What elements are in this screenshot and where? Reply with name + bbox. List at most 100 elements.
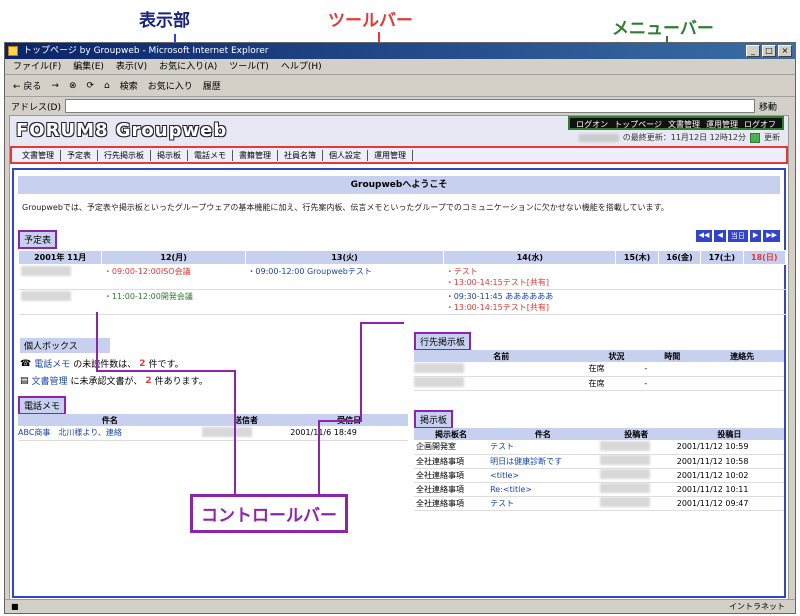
nav-top-page[interactable]: トップページ: [614, 118, 662, 129]
column-header: 投稿者: [597, 428, 675, 440]
history-button[interactable]: 履歴: [203, 79, 221, 92]
menu-file[interactable]: ファイル(F): [13, 59, 61, 74]
tool-admin[interactable]: 運用管理: [368, 149, 413, 161]
minimize-button[interactable]: _: [746, 45, 760, 57]
board-name: 企画開発室: [414, 440, 489, 455]
go-button[interactable]: 移動: [759, 100, 777, 113]
post-date: 2001/11/12 10:11: [674, 482, 784, 497]
menu-view[interactable]: 表示(V): [116, 59, 147, 74]
tool-personal-settings[interactable]: 個人設定: [323, 149, 368, 161]
post-subject-link[interactable]: Re:<title>: [488, 482, 598, 497]
post-date: 2001/11/12 10:58: [674, 454, 784, 469]
schedule-event[interactable]: ・09:00-12:00ISO会議: [101, 264, 246, 290]
search-button[interactable]: 検索: [120, 79, 138, 92]
table-row: ・09:00-12:00ISO会議 ・09:00-12:00 Groupwebテ…: [18, 264, 786, 290]
display-area-callout: 表示部: [139, 11, 190, 31]
schedule-event[interactable]: ・13:00-14:15テスト[共有]: [446, 277, 614, 288]
next-week-button[interactable]: ▶▶: [763, 230, 780, 242]
refresh-page-icon[interactable]: [750, 132, 760, 143]
schedule-table: 2001年 11月 12(月) 13(火) 14(水) 15(木) 16(金) …: [17, 250, 787, 315]
post-date: 2001/11/12 10:59: [674, 440, 784, 455]
tool-bbs[interactable]: 掲示板: [151, 149, 188, 161]
day-header[interactable]: 17(土): [700, 250, 744, 265]
schedule-event[interactable]: ・09:30-11:45 ああああああ: [446, 291, 614, 302]
window-title: トップページ by Groupweb - Microsoft Internet …: [23, 46, 269, 56]
column-header: 状況: [588, 350, 645, 362]
stop-icon[interactable]: ⊗: [69, 81, 77, 91]
post-subject-link[interactable]: 明日は健康診断です: [488, 454, 598, 469]
table-row: 全社連絡事項 Re:<title> 2001/11/12 10:11: [414, 482, 784, 497]
menu-tools[interactable]: ツール(T): [229, 59, 269, 74]
blurred-username: [20, 266, 71, 276]
menu-help[interactable]: ヘルプ(H): [281, 59, 322, 74]
tool-destination-board[interactable]: 行先掲示板: [98, 149, 151, 161]
column-header: 件名: [488, 428, 598, 440]
document-link[interactable]: 文書管理: [32, 374, 68, 387]
home-icon[interactable]: ⌂: [104, 81, 110, 91]
refresh-icon[interactable]: ⟳: [87, 81, 95, 91]
refresh-link[interactable]: 更新: [764, 132, 780, 143]
menu-favorites[interactable]: お気に入り(A): [159, 59, 217, 74]
controlbar-callout: コントロールバー: [190, 494, 348, 533]
schedule-event[interactable]: ・09:00-12:00 Groupwebテスト: [245, 264, 444, 290]
phone-memo-label[interactable]: 電話メモ: [18, 396, 67, 415]
bbs-label[interactable]: 掲示板: [414, 410, 454, 429]
controlbar-line: [360, 322, 362, 422]
today-button[interactable]: 当日: [727, 230, 748, 242]
table-row: ・11:00-12:00開発会議 ・09:30-11:45 ああああああ ・13:…: [18, 289, 786, 315]
forward-button[interactable]: →: [51, 81, 59, 91]
nav-document[interactable]: 文書管理: [668, 118, 700, 129]
schedule-event[interactable]: ・テスト: [446, 266, 614, 277]
controlbar-line: [318, 420, 362, 422]
controlbar-line: [96, 312, 98, 372]
day-header[interactable]: 16(金): [657, 250, 702, 265]
back-button[interactable]: ← 戻る: [13, 79, 41, 92]
window-titlebar: トップページ by Groupweb - Microsoft Internet …: [5, 43, 795, 59]
day-header[interactable]: 12(月): [101, 250, 246, 265]
post-subject-link[interactable]: テスト: [488, 440, 598, 455]
blurred-username: [599, 483, 650, 493]
schedule-label[interactable]: 予定表: [18, 230, 58, 249]
nav-logoff[interactable]: ログオフ: [744, 118, 776, 129]
post-date: 2001/11/12 10:02: [674, 468, 784, 483]
ie-menubar: ファイル(F) 編集(E) 表示(V) お気に入り(A) ツール(T) ヘルプ(…: [5, 59, 795, 75]
schedule-nav: ◀◀ ◀ 当日 ▶ ▶▶: [695, 230, 780, 242]
tool-schedule[interactable]: 予定表: [61, 149, 98, 161]
day-header-sunday[interactable]: 18(日): [742, 250, 787, 265]
top-menu-bar: ログオン トップページ 文書管理 運用管理 ログオフ: [568, 116, 784, 130]
tool-staff-list[interactable]: 社員名簿: [278, 149, 323, 161]
memo-subject-link[interactable]: ABC商事 北川様より、連絡: [18, 426, 202, 441]
day-header[interactable]: 14(水): [443, 250, 617, 265]
column-header: 時間: [644, 350, 701, 362]
memo-count-suffix: 件です。: [148, 360, 184, 370]
tool-document[interactable]: 文書管理: [16, 149, 61, 161]
tool-phone-memo[interactable]: 電話メモ: [188, 149, 233, 161]
post-subject-link[interactable]: テスト: [488, 496, 598, 511]
intro-text: Groupwebでは、予定表や掲示板といったグループウェアの基本機能に加え、行先…: [22, 203, 669, 212]
last-update: の最終更新：11月12日 12時12分 更新: [578, 132, 780, 143]
phone-memo-link[interactable]: 電話メモ: [34, 357, 70, 370]
prev-day-button[interactable]: ◀: [714, 230, 726, 242]
schedule-event[interactable]: ・13:00-14:15テスト[共有]: [446, 302, 614, 313]
time-cell: -: [644, 376, 701, 391]
close-button[interactable]: ×: [778, 45, 792, 57]
column-header: 件名: [18, 414, 202, 426]
menu-edit[interactable]: 編集(E): [73, 59, 104, 74]
address-input[interactable]: [64, 99, 755, 113]
tool-books[interactable]: 書籍管理: [233, 149, 278, 161]
destination-table: 名前 状況 時間 連絡先 在席 - 在席 -: [414, 350, 784, 391]
table-row: 在席 -: [414, 376, 784, 391]
next-day-button[interactable]: ▶: [749, 230, 762, 242]
day-header[interactable]: 13(火): [244, 250, 445, 265]
nav-admin[interactable]: 運用管理: [706, 118, 738, 129]
nav-logon[interactable]: ログオン: [576, 118, 608, 129]
favorites-button[interactable]: お気に入り: [148, 79, 193, 92]
post-subject-link[interactable]: <title>: [488, 468, 598, 483]
page-status-icon: ■: [11, 602, 19, 611]
function-toolbar: 文書管理 予定表 行先掲示板 掲示板 電話メモ 書籍管理 社員名簿 個人設定 運…: [10, 146, 788, 164]
prev-week-button[interactable]: ◀◀: [695, 230, 713, 242]
schedule-event[interactable]: ・11:00-12:00開発会議: [101, 289, 246, 315]
destination-board-label[interactable]: 行先掲示板: [414, 332, 472, 351]
maximize-button[interactable]: □: [762, 45, 776, 57]
day-header[interactable]: 15(木): [615, 250, 659, 265]
